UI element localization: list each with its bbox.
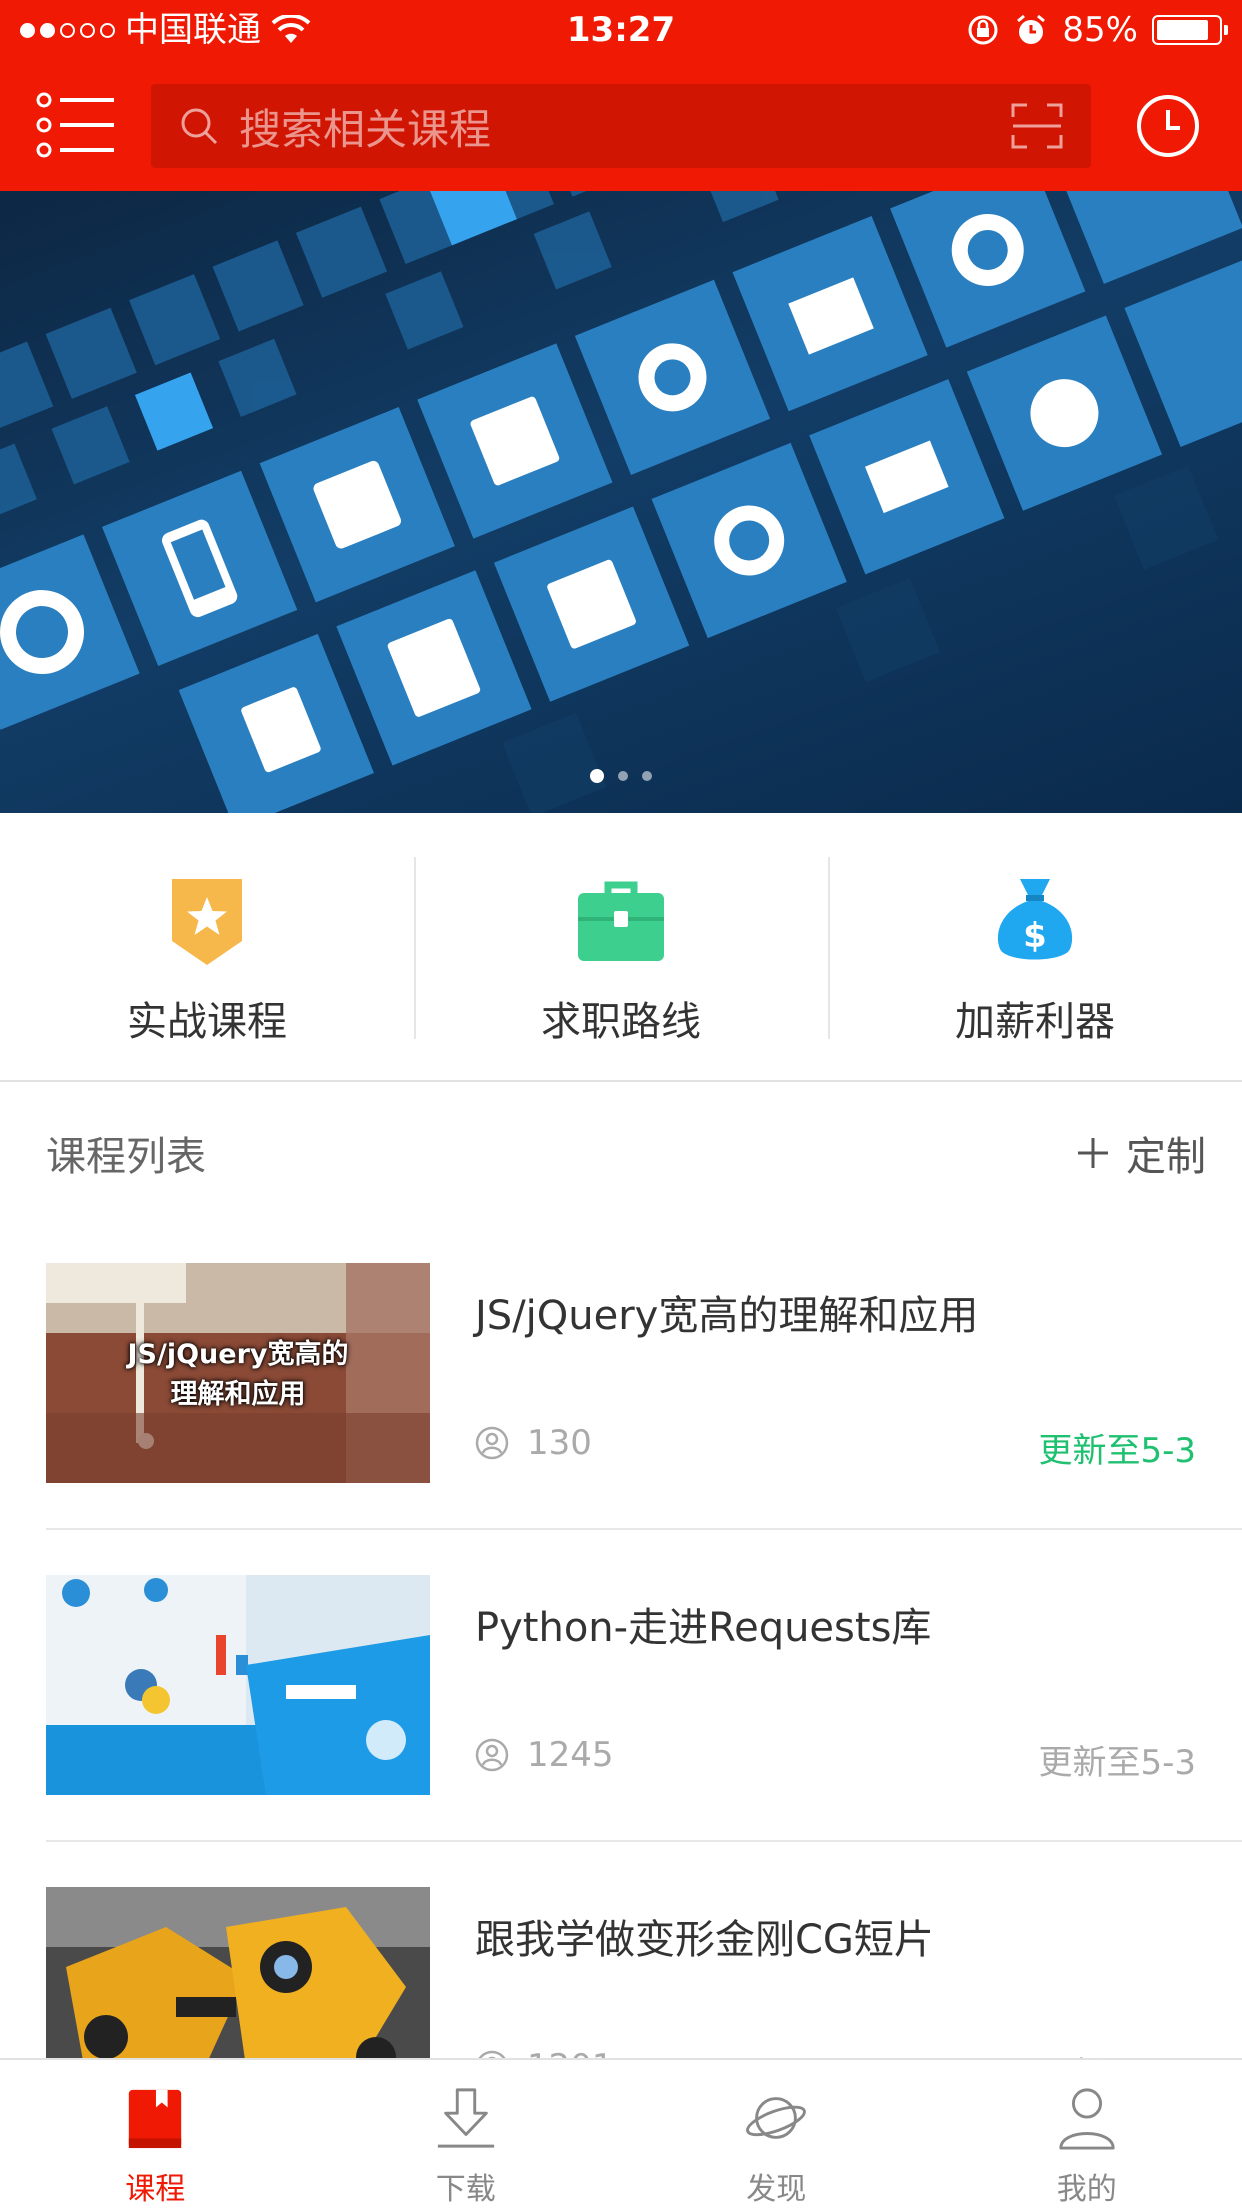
thumbnail-caption-line: 理解和应用	[170, 1379, 306, 1410]
carousel-dot[interactable]	[590, 769, 604, 783]
tab-courses[interactable]: 课程	[0, 2060, 311, 2208]
carousel-indicator[interactable]	[0, 769, 1242, 783]
badge-star-icon	[172, 879, 242, 965]
scan-icon[interactable]	[1011, 103, 1063, 149]
category-label: 实战课程	[127, 999, 287, 1045]
search-input[interactable]: 搜索相关课程	[239, 96, 1011, 157]
tab-download[interactable]: 下载	[311, 2060, 622, 2208]
customize-button[interactable]: 定制	[1076, 1124, 1206, 1182]
status-bar: 中国联通 13:27 85%	[0, 0, 1242, 60]
user-icon	[475, 1426, 509, 1460]
battery-icon	[1152, 15, 1228, 45]
update-status: 更新至5-3	[1038, 1743, 1196, 1783]
learner-count-group: 1245	[475, 1735, 614, 1775]
briefcase-icon	[578, 881, 664, 961]
tab-label: 发现	[746, 2172, 807, 2207]
carousel-dot[interactable]	[642, 771, 652, 781]
category-row: 实战课程 求职路线 $ 加薪利器	[0, 813, 1242, 1082]
update-status: 更新至5-3	[1038, 1431, 1196, 1471]
learner-count: 1245	[527, 1735, 614, 1775]
battery-percent: 85%	[1062, 10, 1138, 50]
category-practical-courses[interactable]: 实战课程	[0, 813, 414, 1080]
learner-count-group: 130	[475, 1423, 592, 1463]
course-title: 跟我学做变形金刚CG短片	[475, 1917, 934, 1963]
banner-image	[0, 191, 1242, 813]
clock-icon[interactable]	[1136, 94, 1200, 158]
search-bar[interactable]: 搜索相关课程	[151, 84, 1091, 168]
course-list-header: 课程列表 定制	[46, 1120, 1206, 1180]
tab-label: 我的	[1056, 2172, 1117, 2207]
tab-label: 课程	[125, 2172, 186, 2207]
tab-profile[interactable]: 我的	[932, 2060, 1242, 2208]
course-thumbnail: JS/jQuery宽高的 理解和应用	[46, 1263, 430, 1483]
search-icon	[181, 108, 218, 145]
category-label: 加薪利器	[955, 999, 1115, 1045]
course-title: JS/jQuery宽高的理解和应用	[475, 1293, 979, 1339]
category-job-path[interactable]: 求职路线	[414, 813, 828, 1080]
plus-icon	[1078, 1138, 1108, 1168]
tab-discover[interactable]: 发现	[621, 2060, 932, 2208]
course-thumbnail	[46, 1575, 430, 1795]
course-title: Python-走进Requests库	[475, 1605, 932, 1651]
planet-icon	[746, 2097, 807, 2139]
alarm-icon	[1017, 14, 1046, 44]
rotation-lock-icon	[968, 15, 998, 45]
section-title: 课程列表	[46, 1134, 206, 1180]
money-bag-icon: $	[997, 879, 1073, 960]
bottom-tab-bar: 课程 下载 发现 我的	[0, 2058, 1242, 2208]
course-thumbnail-image	[46, 1575, 430, 1795]
thumbnail-caption: JS/jQuery宽高的 理解和应用	[46, 1335, 430, 1415]
status-right: 85%	[966, 8, 1228, 52]
download-icon	[437, 2088, 494, 2148]
customize-label: 定制	[1126, 1134, 1206, 1180]
promo-banner[interactable]	[0, 191, 1242, 813]
divider	[46, 1528, 1242, 1530]
divider	[46, 1840, 1242, 1842]
category-label: 求职路线	[541, 999, 701, 1045]
person-icon	[1059, 2088, 1115, 2150]
user-icon	[475, 1738, 509, 1772]
top-nav-bar: 搜索相关课程	[0, 60, 1242, 191]
learner-count: 130	[527, 1423, 592, 1463]
menu-icon[interactable]	[36, 92, 116, 158]
thumbnail-caption-line: JS/jQuery宽高的	[127, 1339, 349, 1370]
book-icon	[129, 2089, 182, 2149]
carousel-dot[interactable]	[618, 771, 628, 781]
svg-text:$: $	[1023, 916, 1047, 956]
category-salary-boost[interactable]: $ 加薪利器	[828, 813, 1242, 1080]
tab-label: 下载	[435, 2172, 496, 2207]
